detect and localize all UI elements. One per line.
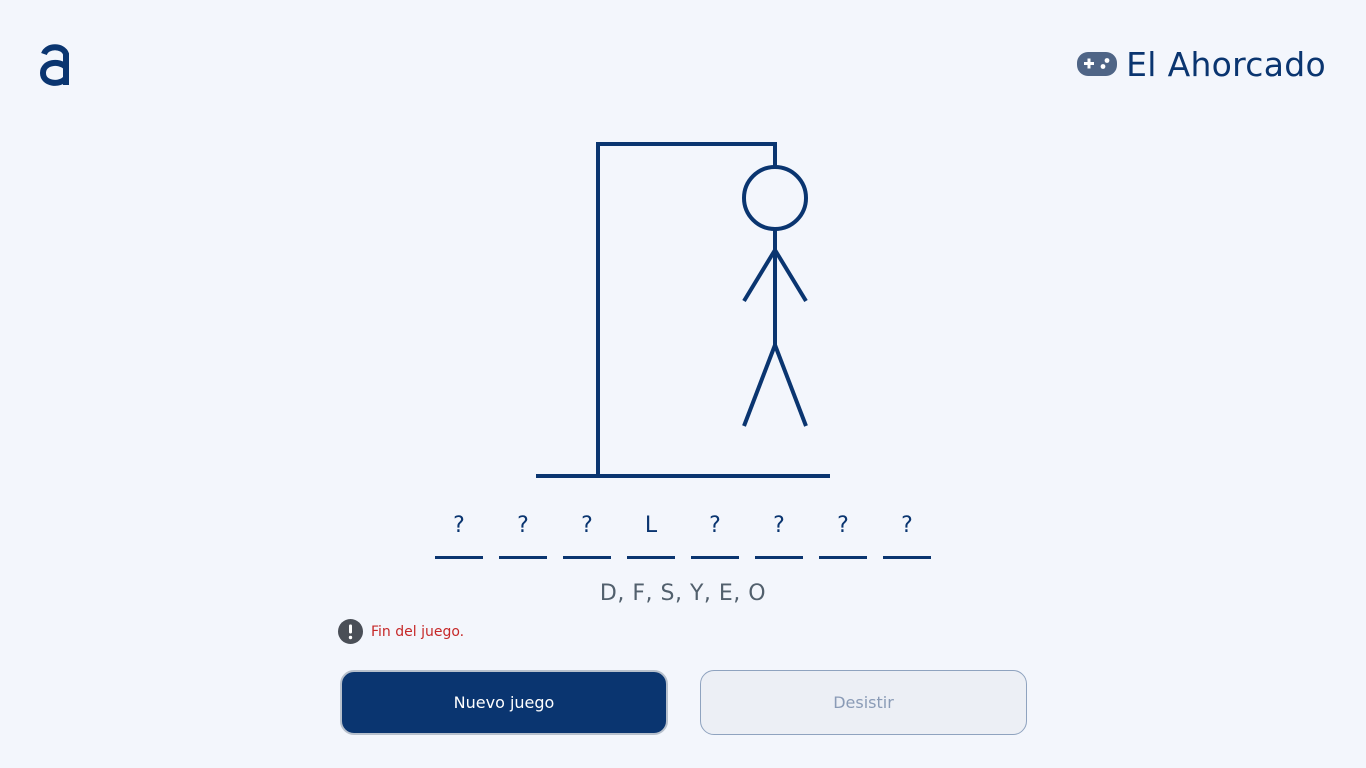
hangman-right-arm — [773, 248, 808, 303]
status-message: Fin del juego. — [338, 619, 464, 644]
letter-slot: ? — [883, 508, 931, 559]
word-slots: ? ? ? L ? ? ? ? — [435, 508, 931, 559]
status-text: Fin del juego. — [371, 623, 465, 640]
missed-letters: D, F, S, Y, E, O — [599, 581, 767, 606]
letter-slot: ? — [691, 508, 739, 559]
hangman-head — [742, 165, 808, 231]
hangman-drawing — [536, 142, 830, 478]
app-title: El Ahorcado — [1126, 44, 1326, 84]
new-game-button[interactable]: Nuevo juego — [340, 670, 668, 735]
letter-slot: ? — [563, 508, 611, 559]
hangman-right-leg — [773, 344, 808, 427]
app-brand: El Ahorcado — [1077, 44, 1326, 84]
letter-slot: ? — [499, 508, 547, 559]
letter-a-logo — [39, 44, 69, 86]
letter-slot: ? — [819, 508, 867, 559]
give-up-button[interactable]: Desistir — [700, 670, 1027, 735]
hangman-left-arm — [742, 248, 777, 303]
exclamation-circle-icon — [338, 619, 363, 644]
letter-slot: L — [627, 508, 675, 559]
gamepad-icon — [1077, 52, 1118, 76]
hangman-app: El Ahorcado ? ? ? L ? ? ? ? D, F, S, Y, … — [0, 0, 1366, 768]
letter-slot: ? — [435, 508, 483, 559]
letter-slot: ? — [755, 508, 803, 559]
hangman-left-leg — [742, 344, 777, 427]
